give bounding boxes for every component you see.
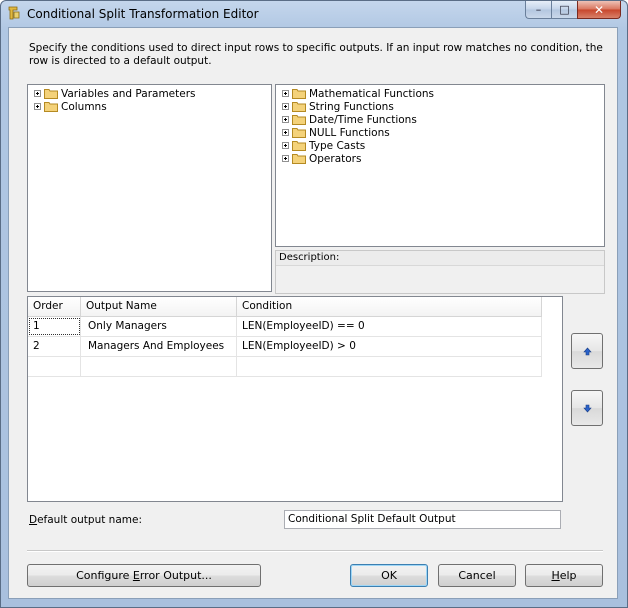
expand-plus-icon[interactable] <box>282 103 289 110</box>
tree-node-label: String Functions <box>309 100 394 113</box>
output-name-cell[interactable]: Only Managers <box>81 317 237 336</box>
tree-node-label: NULL Functions <box>309 126 390 139</box>
column-header-order[interactable]: Order <box>28 297 81 316</box>
minimize-icon: – <box>535 3 542 16</box>
folder-icon <box>292 115 306 125</box>
output-name-cell[interactable] <box>81 357 237 376</box>
grid-header: Order Output Name Condition <box>28 297 542 317</box>
arrow-up-icon <box>582 347 592 355</box>
expand-plus-icon[interactable] <box>282 142 289 149</box>
folder-icon <box>44 89 58 99</box>
tree-node-label: Mathematical Functions <box>309 87 435 100</box>
condition-cell[interactable]: LEN(EmployeeID) > 0 <box>237 337 542 356</box>
tree-node-mathematical-functions[interactable]: Mathematical Functions <box>282 87 434 100</box>
tree-node-label: Operators <box>309 152 362 165</box>
tree-node-columns[interactable]: Columns <box>34 100 107 113</box>
tree-node-operators[interactable]: Operators <box>282 152 361 165</box>
ok-button[interactable]: OK <box>350 564 428 587</box>
table-row-new[interactable] <box>28 357 542 377</box>
transformation-icon <box>8 6 20 20</box>
tree-node-string-functions[interactable]: String Functions <box>282 100 394 113</box>
tree-node-label: Date/Time Functions <box>309 113 417 126</box>
move-down-button[interactable] <box>571 390 603 426</box>
dialog-window: Conditional Split Transformation Editor … <box>0 0 628 608</box>
window-title: Conditional Split Transformation Editor <box>27 7 259 21</box>
column-header-output-name[interactable]: Output Name <box>81 297 237 316</box>
tree-node-variables-and-parameters[interactable]: Variables and Parameters <box>34 87 196 100</box>
tree-node-label: Variables and Parameters <box>61 87 196 100</box>
order-cell[interactable]: 2 <box>28 337 81 356</box>
expand-plus-icon[interactable] <box>34 103 41 110</box>
output-name-cell[interactable]: Managers And Employees <box>81 337 237 356</box>
default-output-name-field[interactable]: Conditional Split Default Output <box>284 510 561 529</box>
folder-icon <box>292 141 306 151</box>
condition-cell[interactable] <box>237 357 542 376</box>
title-bar[interactable]: Conditional Split Transformation Editor … <box>1 1 627 27</box>
table-row[interactable]: 1 Only Managers LEN(EmployeeID) == 0 <box>28 317 542 337</box>
order-cell[interactable]: 1 <box>28 317 81 336</box>
folder-icon <box>292 128 306 138</box>
help-button[interactable]: Help <box>525 564 603 587</box>
maximize-icon: □ <box>559 3 570 16</box>
tree-node-null-functions[interactable]: NULL Functions <box>282 126 390 139</box>
instructions-text: Specify the conditions used to direct in… <box>29 42 603 67</box>
maximize-button[interactable]: □ <box>551 1 577 19</box>
tree-node-label: Type Casts <box>309 139 366 152</box>
folder-icon <box>292 102 306 112</box>
expand-plus-icon[interactable] <box>34 90 41 97</box>
conditions-grid[interactable]: Order Output Name Condition 1 Only Manag… <box>27 296 563 502</box>
cancel-button[interactable]: Cancel <box>438 564 516 587</box>
table-row[interactable]: 2 Managers And Employees LEN(EmployeeID)… <box>28 337 542 357</box>
expand-plus-icon[interactable] <box>282 129 289 136</box>
default-output-name-label: Default output name: <box>29 514 142 526</box>
arrow-down-icon <box>582 404 592 412</box>
functions-tree[interactable]: Mathematical Functions String Functions … <box>275 84 605 247</box>
condition-cell[interactable]: LEN(EmployeeID) == 0 <box>237 317 542 336</box>
variables-columns-tree[interactable]: Variables and Parameters Columns <box>27 84 272 292</box>
folder-icon <box>292 154 306 164</box>
expand-plus-icon[interactable] <box>282 116 289 123</box>
function-description-box: Description: <box>275 250 605 294</box>
expand-plus-icon[interactable] <box>282 90 289 97</box>
tree-node-datetime-functions[interactable]: Date/Time Functions <box>282 113 417 126</box>
caption-buttons: – □ ✕ <box>525 1 621 19</box>
tree-node-label: Columns <box>61 100 107 113</box>
folder-icon <box>292 89 306 99</box>
description-label: Description: <box>276 251 604 266</box>
order-cell[interactable] <box>28 357 81 376</box>
close-button[interactable]: ✕ <box>577 1 621 19</box>
column-header-condition[interactable]: Condition <box>237 297 542 316</box>
expand-plus-icon[interactable] <box>282 155 289 162</box>
separator-line <box>27 550 603 552</box>
folder-icon <box>44 102 58 112</box>
move-up-button[interactable] <box>571 333 603 369</box>
configure-error-output-button[interactable]: Configure Error Output... <box>27 564 261 587</box>
minimize-button[interactable]: – <box>525 1 551 19</box>
tree-node-type-casts[interactable]: Type Casts <box>282 139 365 152</box>
dialog-client-area: Specify the conditions used to direct in… <box>8 27 618 599</box>
close-icon: ✕ <box>593 2 605 17</box>
